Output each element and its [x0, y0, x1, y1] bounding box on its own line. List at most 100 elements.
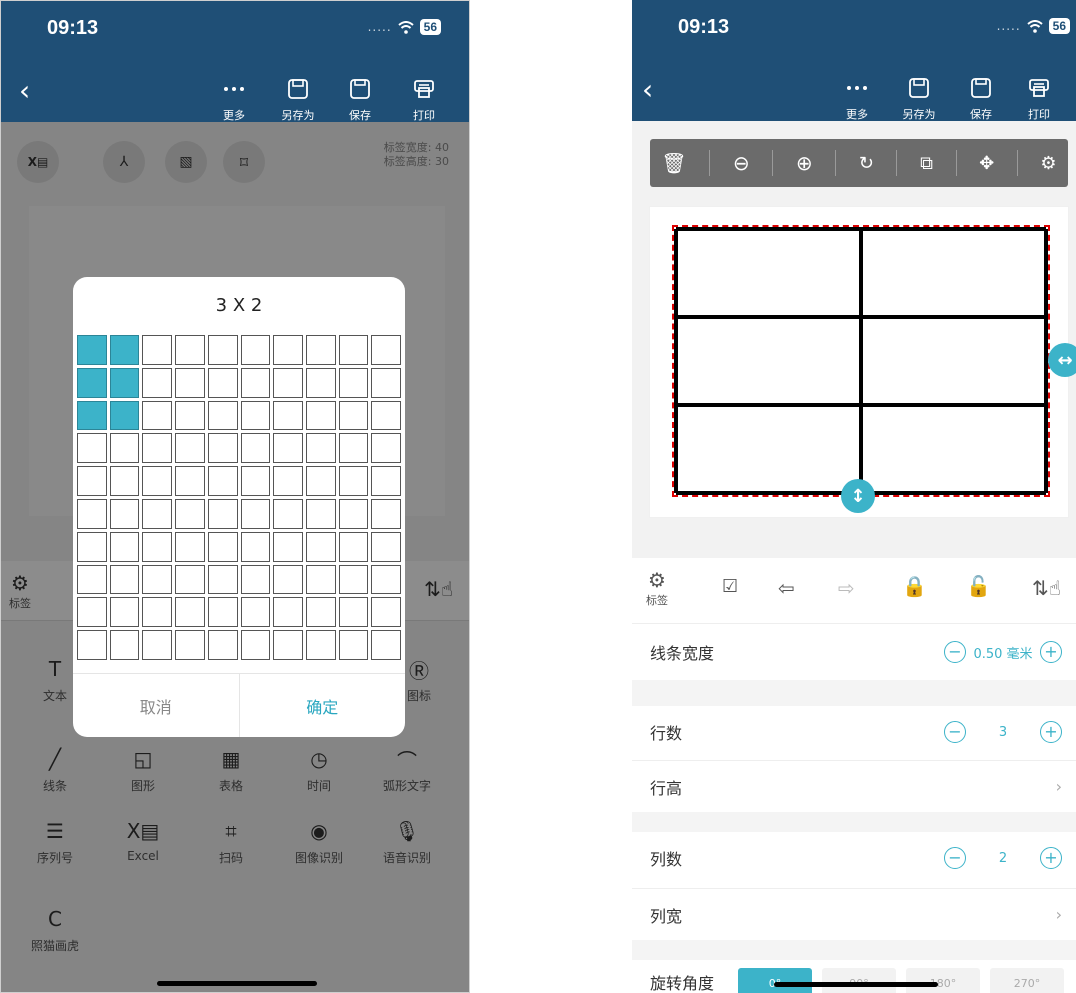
picker-cell[interactable]	[175, 630, 205, 660]
picker-cell[interactable]	[142, 498, 173, 529]
picker-cell[interactable]	[142, 531, 173, 562]
picker-cell[interactable]	[207, 466, 238, 496]
picker-cell[interactable]	[305, 498, 336, 529]
picker-cell[interactable]	[305, 597, 336, 628]
picker-cell[interactable]	[338, 531, 369, 562]
picker-cell[interactable]	[109, 335, 140, 365]
picker-cell[interactable]	[273, 466, 303, 496]
picker-cell[interactable]	[273, 400, 303, 431]
picker-cell[interactable]	[240, 400, 271, 431]
undo-icon[interactable]: ⇦	[778, 576, 795, 600]
lock-icon[interactable]: 🔒	[902, 574, 927, 598]
picker-cell[interactable]	[371, 433, 401, 464]
delete-icon[interactable]: 🗑	[661, 151, 686, 175]
rotation-0-button[interactable]: 0°	[738, 968, 812, 993]
decrease-rows-button[interactable]: −	[944, 721, 966, 743]
increase-cols-button[interactable]: +	[1040, 847, 1062, 869]
picker-cell[interactable]	[77, 597, 107, 628]
picker-cell[interactable]	[338, 367, 369, 398]
picker-cell[interactable]	[175, 400, 205, 431]
picker-cell[interactable]	[207, 367, 238, 398]
label-canvas[interactable]: ↔ ↕	[650, 207, 1076, 517]
picker-cell[interactable]	[371, 597, 401, 628]
picker-cell[interactable]	[109, 367, 140, 398]
cell-picker-grid[interactable]	[77, 335, 401, 660]
picker-cell[interactable]	[77, 400, 107, 431]
properties-icon[interactable]: ⚙	[1040, 153, 1056, 174]
picker-cell[interactable]	[371, 531, 401, 562]
save-as-button[interactable]: 另存为	[273, 75, 323, 123]
increase-line-width-button[interactable]: +	[1040, 641, 1062, 663]
picker-cell[interactable]	[109, 564, 140, 595]
picker-cell[interactable]	[207, 630, 238, 660]
picker-cell[interactable]	[109, 400, 140, 431]
picker-cell[interactable]	[240, 466, 271, 496]
move-icon[interactable]: ✥	[979, 153, 994, 174]
save-button[interactable]: 保存	[335, 75, 385, 123]
picker-cell[interactable]	[175, 466, 205, 496]
picker-cell[interactable]	[305, 400, 336, 431]
picker-cell[interactable]	[273, 597, 303, 628]
picker-cell[interactable]	[77, 466, 107, 496]
picker-cell[interactable]	[273, 630, 303, 660]
picker-cell[interactable]	[240, 498, 271, 529]
picker-cell[interactable]	[142, 597, 173, 628]
picker-cell[interactable]	[273, 433, 303, 464]
picker-cell[interactable]	[371, 335, 401, 365]
picker-cell[interactable]	[305, 367, 336, 398]
decrease-cols-button[interactable]: −	[944, 847, 966, 869]
back-button[interactable]: ‹	[642, 76, 653, 104]
picker-cell[interactable]	[142, 433, 173, 464]
picker-cell[interactable]	[109, 498, 140, 529]
rotation-270-button[interactable]: 270°	[990, 968, 1064, 993]
picker-cell[interactable]	[371, 564, 401, 595]
picker-cell[interactable]	[305, 466, 336, 496]
resize-height-handle[interactable]: ↕	[841, 479, 875, 513]
picker-cell[interactable]	[207, 335, 238, 365]
print-button[interactable]: 打印	[399, 75, 449, 123]
picker-cell[interactable]	[338, 335, 369, 365]
zoom-in-icon[interactable]: ⊕	[796, 151, 813, 175]
picker-cell[interactable]	[273, 498, 303, 529]
picker-cell[interactable]	[371, 367, 401, 398]
picker-cell[interactable]	[109, 466, 140, 496]
rotate-90-icon[interactable]: ↻	[859, 153, 874, 174]
checkbox-icon[interactable]: ☑	[722, 576, 738, 597]
picker-cell[interactable]	[175, 433, 205, 464]
picker-cell[interactable]	[77, 433, 107, 464]
picker-cell[interactable]	[371, 498, 401, 529]
picker-cell[interactable]	[338, 597, 369, 628]
increase-rows-button[interactable]: +	[1040, 721, 1062, 743]
table-element[interactable]	[672, 225, 1050, 497]
picker-cell[interactable]	[240, 597, 271, 628]
picker-cell[interactable]	[77, 335, 107, 365]
save-as-button[interactable]: 另存为	[894, 74, 944, 122]
duplicate-icon[interactable]: ⧉	[920, 153, 933, 174]
picker-cell[interactable]	[109, 531, 140, 562]
picker-cell[interactable]	[109, 630, 140, 660]
col-width-row[interactable]: 列宽 ›	[632, 888, 1076, 940]
label-settings-button[interactable]: ⚙ 标签	[646, 568, 668, 608]
picker-cell[interactable]	[240, 531, 271, 562]
picker-cell[interactable]	[338, 466, 369, 496]
picker-cell[interactable]	[175, 367, 205, 398]
picker-cell[interactable]	[142, 400, 173, 431]
print-button[interactable]: 打印	[1014, 74, 1064, 122]
picker-cell[interactable]	[142, 367, 173, 398]
picker-cell[interactable]	[305, 531, 336, 562]
picker-cell[interactable]	[273, 564, 303, 595]
picker-cell[interactable]	[142, 630, 173, 660]
resize-width-handle[interactable]: ↔	[1048, 343, 1076, 377]
picker-cell[interactable]	[207, 433, 238, 464]
picker-cell[interactable]	[175, 335, 205, 365]
decrease-line-width-button[interactable]: −	[944, 641, 966, 663]
picker-cell[interactable]	[273, 531, 303, 562]
picker-cell[interactable]	[305, 630, 336, 660]
picker-cell[interactable]	[338, 564, 369, 595]
picker-cell[interactable]	[207, 400, 238, 431]
picker-cell[interactable]	[240, 335, 271, 365]
picker-cell[interactable]	[175, 564, 205, 595]
picker-cell[interactable]	[207, 564, 238, 595]
picker-cell[interactable]	[305, 564, 336, 595]
picker-cell[interactable]	[109, 433, 140, 464]
